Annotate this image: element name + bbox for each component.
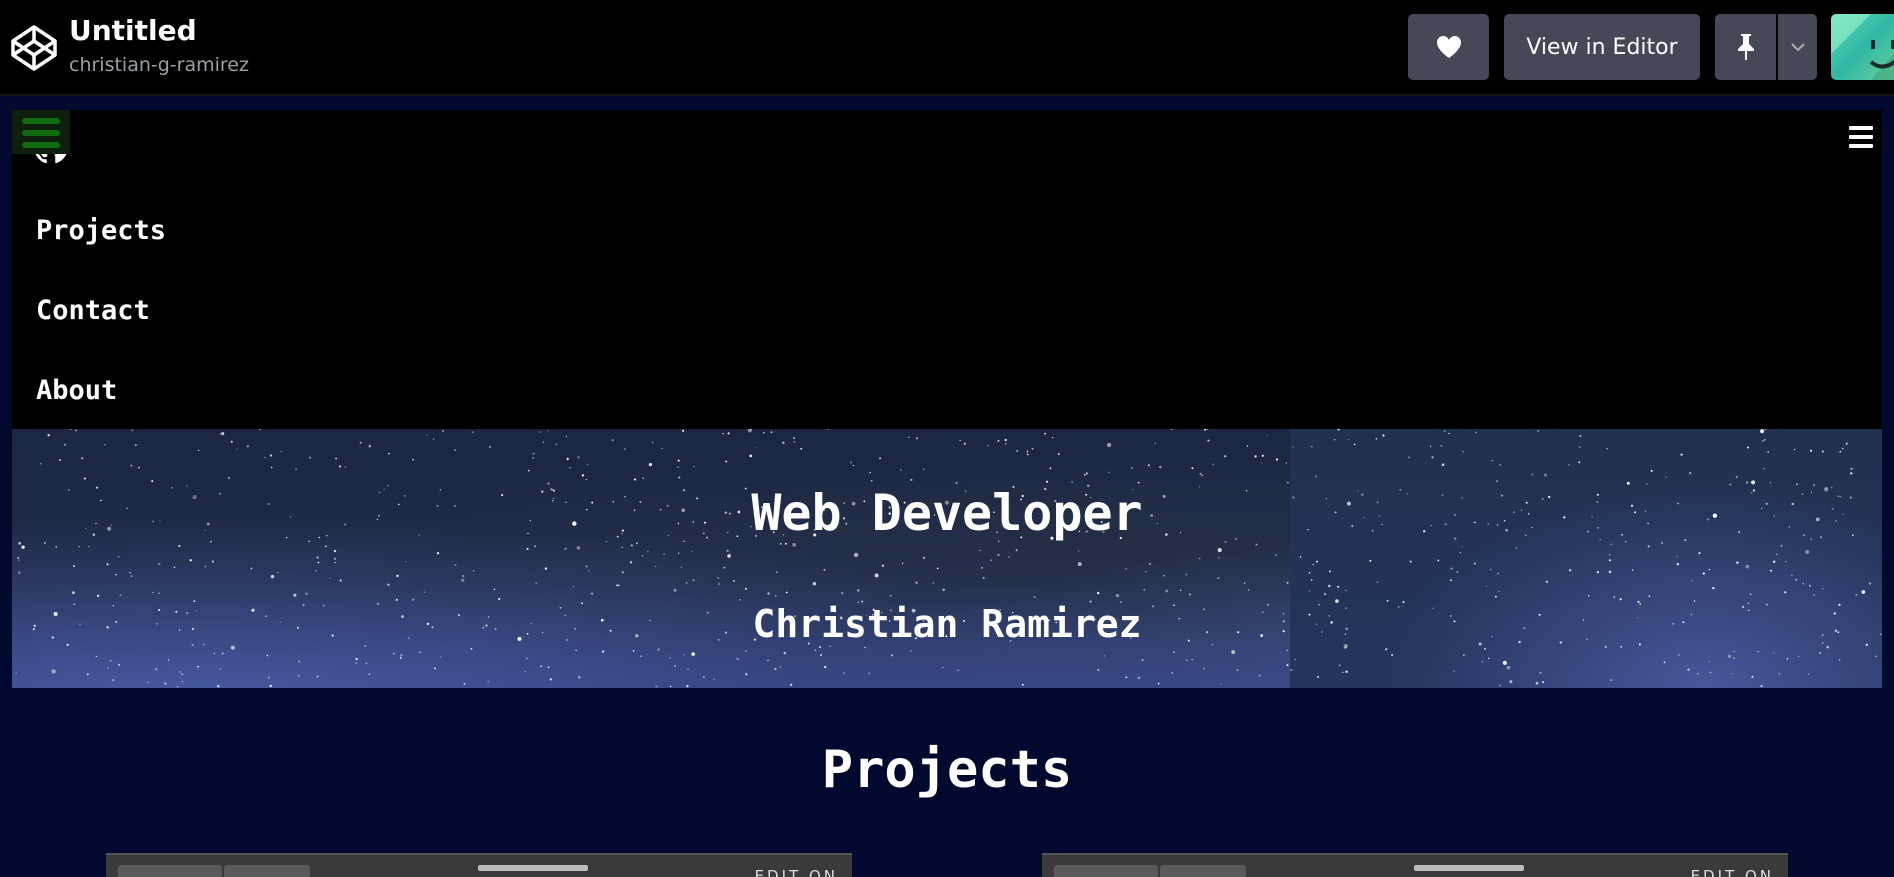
- menu-toggle-icon[interactable]: [12, 110, 70, 154]
- like-button[interactable]: [1408, 14, 1489, 80]
- nav-link-projects[interactable]: Projects: [36, 215, 166, 246]
- heart-icon: [1436, 36, 1461, 58]
- pin-icon: [1737, 34, 1754, 60]
- pen-preview: Projects Contact About Web Developer Chr…: [12, 110, 1882, 877]
- chevron-down-icon: [1790, 43, 1805, 52]
- starfield-background: [15, 429, 1882, 688]
- edit-on-codepen-link[interactable]: EDIT ON: [755, 867, 838, 877]
- pen-author[interactable]: christian-g-ramirez: [69, 54, 249, 76]
- codepen-logo-icon[interactable]: [10, 24, 58, 72]
- codepen-header: Untitled christian-g-ramirez View in Edi…: [0, 0, 1894, 96]
- view-in-editor-button[interactable]: View in Editor: [1504, 14, 1700, 80]
- pen-title[interactable]: Untitled: [69, 14, 197, 47]
- hero-banner: Web Developer Christian Ramirez: [12, 429, 1882, 688]
- hamburger-menu-icon[interactable]: [1849, 126, 1873, 148]
- hero-title: Web Developer: [751, 484, 1143, 542]
- hero-subtitle: Christian Ramirez: [752, 602, 1142, 646]
- nav-link-about[interactable]: About: [36, 375, 117, 406]
- pin-button[interactable]: [1715, 14, 1776, 80]
- pin-dropdown-button[interactable]: [1778, 14, 1817, 80]
- edit-on-codepen-link[interactable]: EDIT ON: [1691, 867, 1774, 877]
- projects-heading: Projects: [821, 740, 1073, 800]
- user-avatar[interactable]: [1831, 14, 1894, 80]
- project-embed[interactable]: EDIT ON: [106, 853, 852, 877]
- project-embed[interactable]: EDIT ON: [1042, 853, 1788, 877]
- site-nav: Projects Contact About: [12, 110, 1882, 429]
- nav-link-contact[interactable]: Contact: [36, 295, 150, 326]
